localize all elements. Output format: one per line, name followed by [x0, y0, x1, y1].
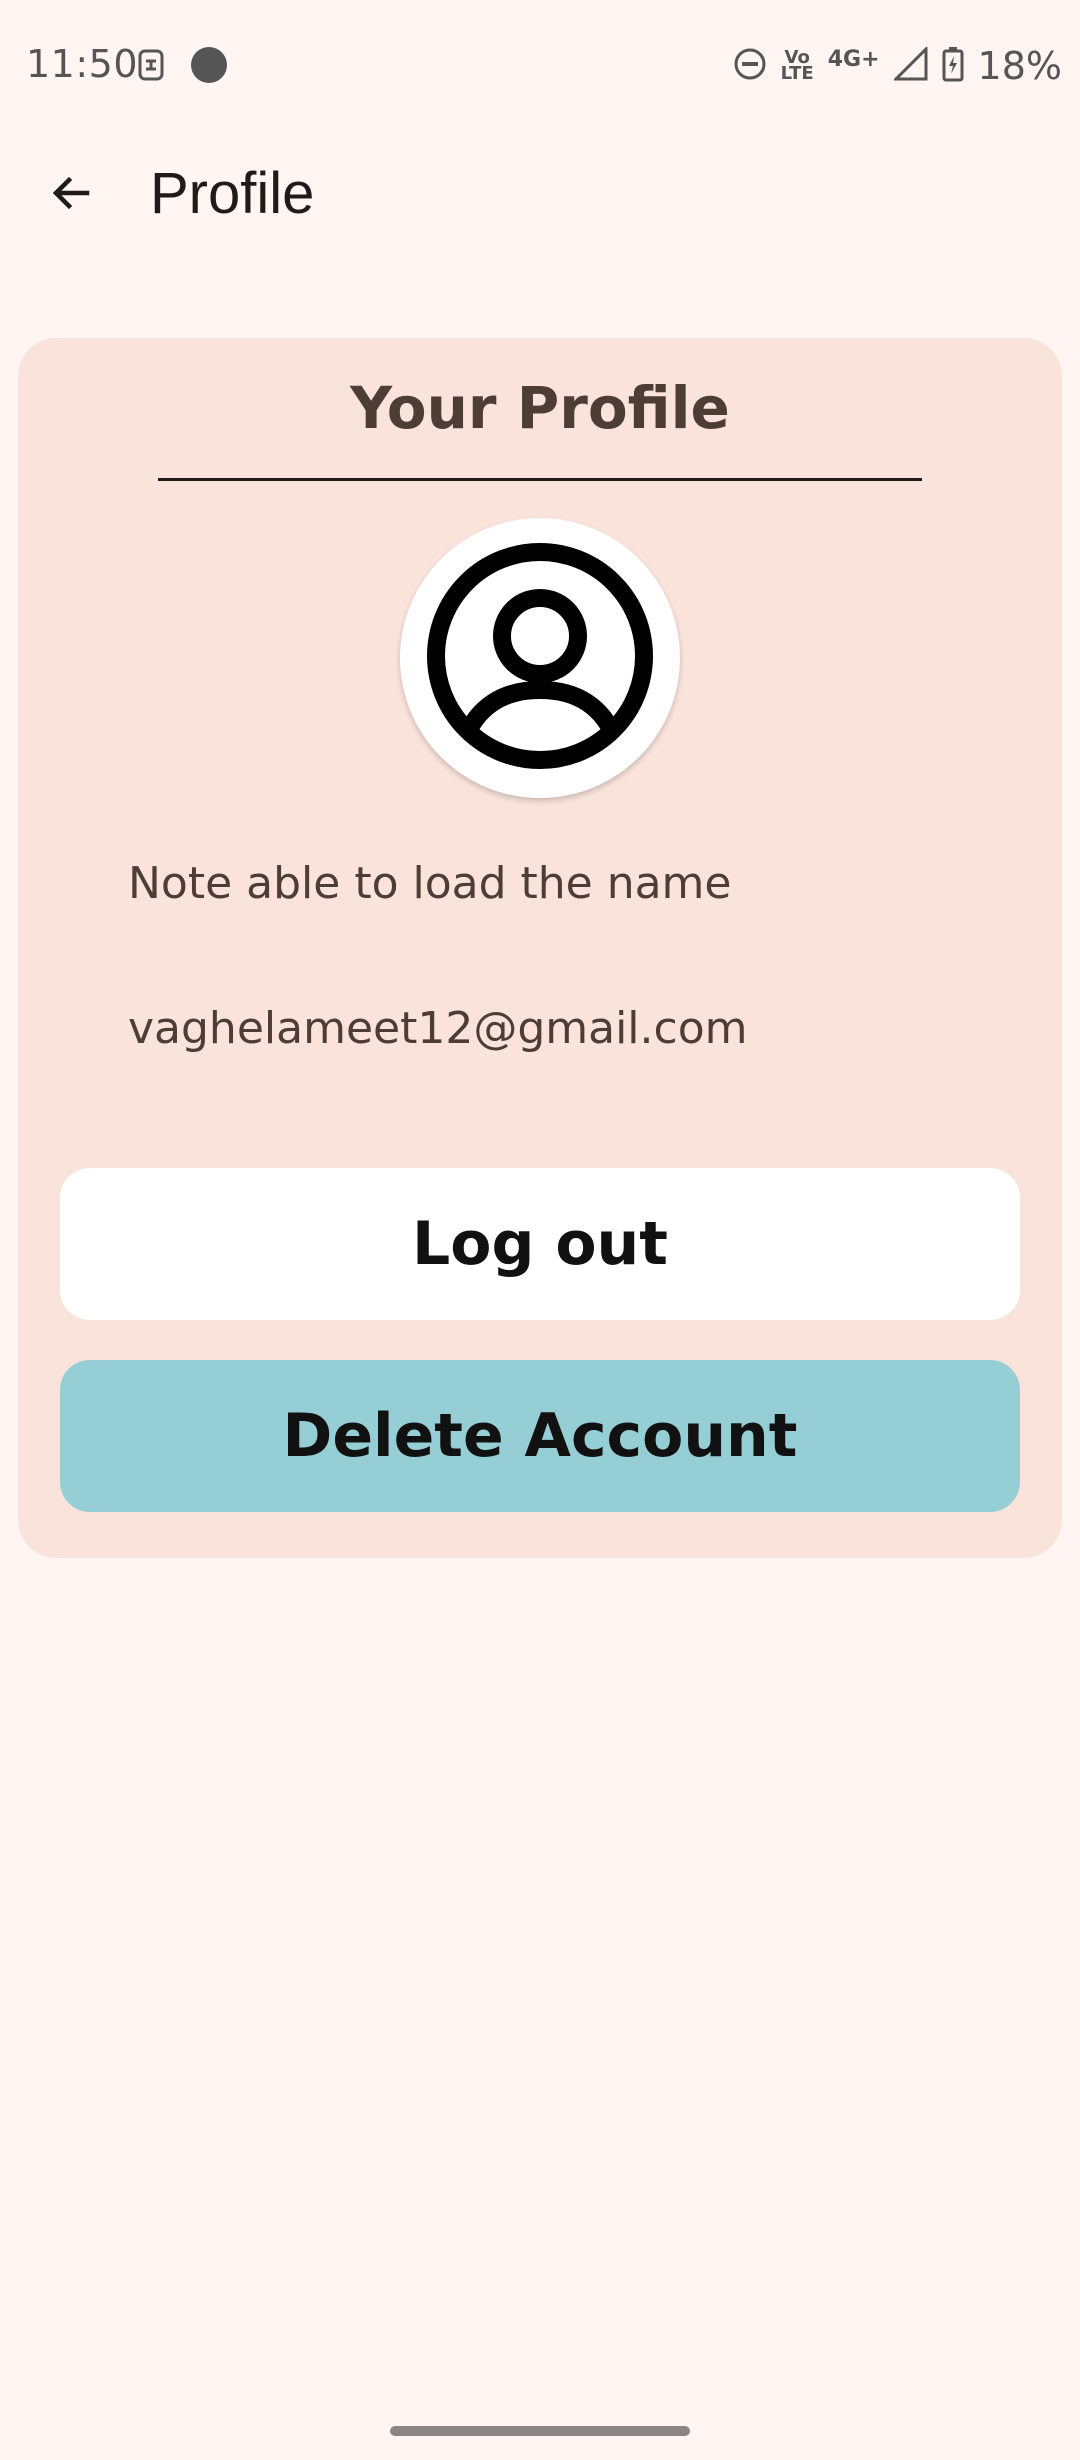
- app-bar: Profile: [0, 130, 1080, 260]
- status-right-icons: Vo LTE 4G+ 18%: [733, 44, 1062, 88]
- dot-notification-icon: [190, 46, 228, 88]
- status-bar: 11:50 Vo LTE 4G+ 18%: [0, 0, 1080, 130]
- back-button[interactable]: [36, 160, 106, 230]
- sim-notification-icon: [136, 48, 166, 86]
- profile-email: vaghelameet12@gmail.com: [128, 1003, 748, 1054]
- network-type: 4G+: [827, 46, 880, 72]
- logout-button[interactable]: Log out: [60, 1168, 1020, 1320]
- avatar: [400, 518, 680, 798]
- volte-bottom-text: LTE: [780, 63, 814, 84]
- status-time: 11:50: [26, 42, 139, 86]
- page-title: Profile: [150, 161, 315, 226]
- profile-name: Note able to load the name: [128, 858, 732, 909]
- do-not-disturb-icon: [733, 47, 767, 85]
- profile-card: Your Profile Note able to load the name …: [18, 338, 1062, 1558]
- delete-account-button[interactable]: Delete Account: [60, 1360, 1020, 1512]
- arrow-back-icon: [47, 169, 95, 221]
- status-left-icons: [136, 46, 228, 88]
- battery-charging-icon: [942, 46, 964, 86]
- volte-icon: Vo LTE: [780, 49, 814, 84]
- gesture-bar[interactable]: [390, 2426, 690, 2436]
- battery-percent: 18%: [977, 44, 1062, 88]
- account-circle-icon: [424, 540, 656, 776]
- signal-icon: [891, 45, 928, 85]
- heading-divider: [158, 478, 922, 481]
- card-heading: Your Profile: [350, 374, 730, 442]
